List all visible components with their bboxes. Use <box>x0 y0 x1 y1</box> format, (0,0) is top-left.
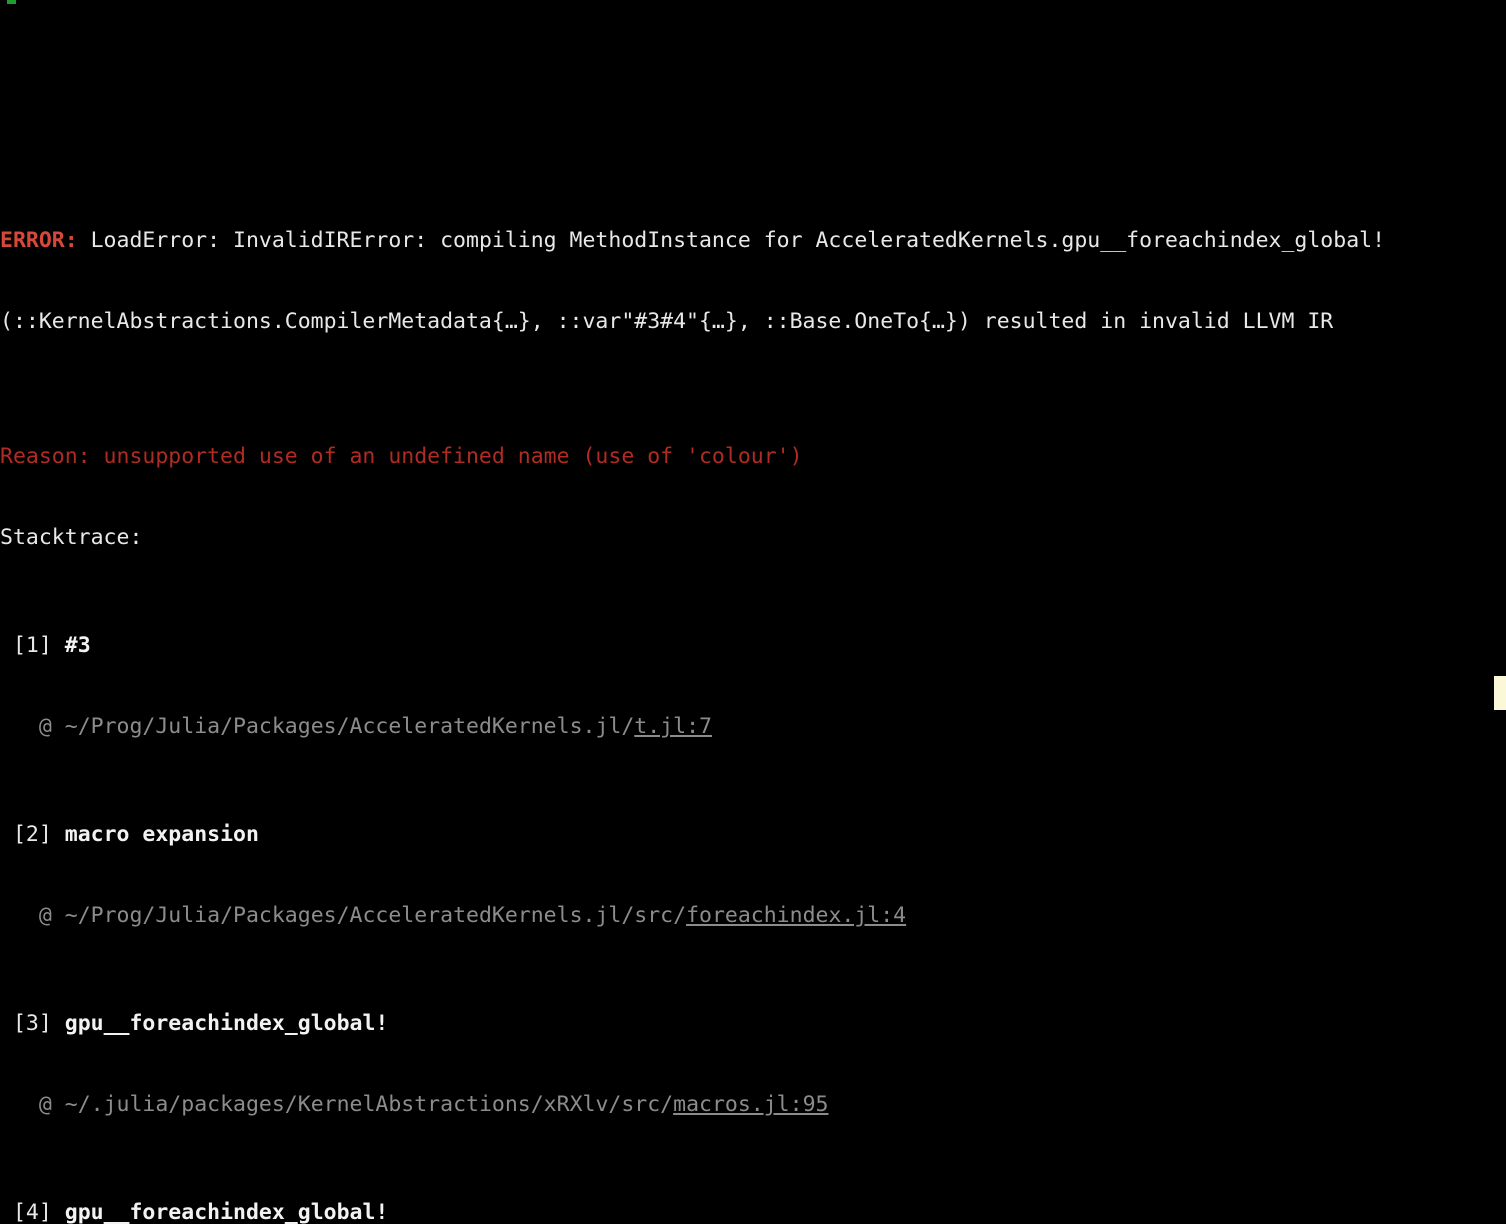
frame-function: gpu__foreachindex_global! <box>64 1200 389 1224</box>
frame-file-link[interactable]: foreachindex.jl:4 <box>686 903 906 928</box>
error-headline-line-1: ERROR: LoadError: InvalidIRError: compil… <box>0 227 1506 254</box>
error-headline-text-2: (::KernelAbstractions.CompilerMetadata{…… <box>0 309 1334 334</box>
scrollbar-track[interactable] <box>1494 0 1506 1224</box>
frame-index: [1] <box>12 633 52 658</box>
stack-frame-location: @ ~/Prog/Julia/Packages/AcceleratedKerne… <box>0 713 1506 740</box>
frame-index: [4] <box>12 1200 52 1224</box>
at-symbol: @ <box>38 714 52 739</box>
at-symbol: @ <box>38 903 52 928</box>
frame-function: gpu__foreachindex_global! <box>64 1011 389 1036</box>
error-headline-line-2: (::KernelAbstractions.CompilerMetadata{…… <box>0 308 1506 335</box>
clipped-line <box>0 92 1506 119</box>
stack-frame-header: [1] #3 <box>0 632 1506 659</box>
frame-path: ~/.julia/packages/KernelAbstractions/xRX… <box>64 1092 674 1117</box>
frame-function: #3 <box>64 633 91 658</box>
frame-file-link[interactable]: macros.jl:95 <box>673 1092 828 1117</box>
terminal-scrollback: ERROR: LoadError: InvalidIRError: compil… <box>0 0 1506 1224</box>
frame-index: [2] <box>12 822 52 847</box>
stack-frame-header: [3] gpu__foreachindex_global! <box>0 1010 1506 1037</box>
stacktrace-label: Stacktrace: <box>0 525 143 550</box>
stack-frame-location: @ ~/.julia/packages/KernelAbstractions/x… <box>0 1091 1506 1118</box>
stack-frame-header: [2] macro expansion <box>0 821 1506 848</box>
frame-file-link[interactable]: t.jl:7 <box>634 714 712 739</box>
frame-path: ~/Prog/Julia/Packages/AcceleratedKernels… <box>64 714 635 739</box>
terminal-window[interactable]: ERROR: LoadError: InvalidIRError: compil… <box>0 0 1506 1224</box>
scrollbar-thumb[interactable] <box>1494 676 1506 710</box>
frame-path: ~/Prog/Julia/Packages/AcceleratedKernels… <box>64 903 687 928</box>
error-label: ERROR: <box>0 228 78 253</box>
frame-function: macro expansion <box>64 822 259 847</box>
at-symbol: @ <box>38 1092 52 1117</box>
stack-frame-header: [4] gpu__foreachindex_global! <box>0 1199 1506 1224</box>
frame-index: [3] <box>12 1011 52 1036</box>
stack-frame-location: @ ~/Prog/Julia/Packages/AcceleratedKerne… <box>0 902 1506 929</box>
reason-text: Reason: unsupported use of an undefined … <box>0 444 803 469</box>
error-headline-text-1: LoadError: InvalidIRError: compiling Met… <box>77 228 1386 253</box>
reason-line: Reason: unsupported use of an undefined … <box>0 443 1506 470</box>
